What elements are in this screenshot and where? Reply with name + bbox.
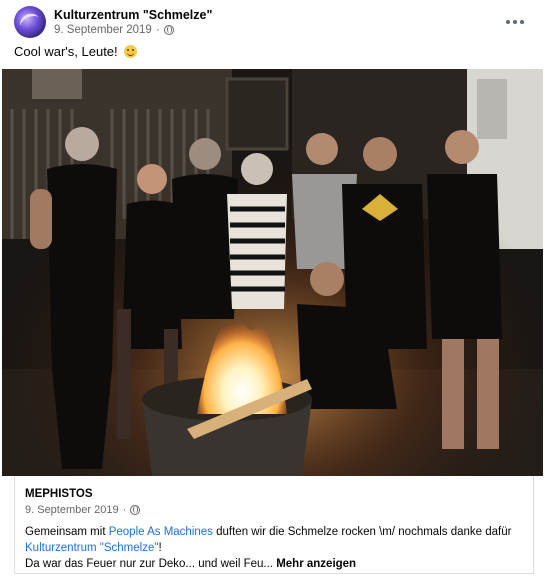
post-meta: 9. September 2019 · bbox=[54, 24, 174, 36]
grinning-face-emoji-icon bbox=[124, 45, 138, 58]
shared-text-part2: duften wir die Schmelze rocken \m/ nochm… bbox=[212, 526, 512, 538]
meta-separator: · bbox=[155, 24, 160, 36]
post-author-name[interactable]: Kulturzentrum "Schmelze" bbox=[54, 8, 212, 22]
see-more-link[interactable]: Mehr anzeigen bbox=[276, 558, 356, 570]
shared-post-photo[interactable] bbox=[2, 69, 543, 476]
dot-icon bbox=[506, 20, 510, 24]
meta-separator: · bbox=[122, 504, 127, 516]
post-message: Cool war's, Leute! bbox=[14, 44, 118, 59]
shared-text-line2: Da war das Feuer nur zur Deko... und wei… bbox=[25, 558, 277, 570]
post-header: Kulturzentrum "Schmelze" 9. September 20… bbox=[14, 6, 534, 38]
shared-meta: 9. September 2019 · bbox=[25, 504, 141, 516]
facebook-post: Kulturzentrum "Schmelze" 9. September 20… bbox=[0, 0, 545, 578]
shared-date[interactable]: 9. September 2019 bbox=[25, 504, 119, 516]
dot-icon bbox=[520, 20, 524, 24]
post-date[interactable]: 9. September 2019 bbox=[54, 24, 152, 36]
dot-icon bbox=[513, 20, 517, 24]
post-text: Cool war's, Leute! bbox=[14, 44, 138, 59]
shared-post-text: Gemeinsam mit People As Machines duften … bbox=[25, 524, 530, 572]
page-avatar[interactable] bbox=[14, 6, 46, 38]
kulturzentrum-link[interactable]: Kulturzentrum "Schmelze" bbox=[25, 542, 158, 554]
shared-text-part1: Gemeinsam mit bbox=[25, 526, 109, 538]
shared-post-details: MEPHISTOS 9. September 2019 · Gemeinsam … bbox=[14, 476, 534, 574]
group-photo-illustration bbox=[2, 69, 543, 476]
post-options-button[interactable] bbox=[502, 12, 528, 32]
globe-icon bbox=[130, 505, 141, 515]
shared-text-part3: ! bbox=[158, 542, 162, 554]
avatar-logo-icon bbox=[17, 10, 43, 35]
globe-icon bbox=[163, 25, 174, 35]
shared-author-name[interactable]: MEPHISTOS bbox=[25, 488, 93, 500]
people-as-machines-link[interactable]: People As Machines bbox=[109, 526, 213, 538]
